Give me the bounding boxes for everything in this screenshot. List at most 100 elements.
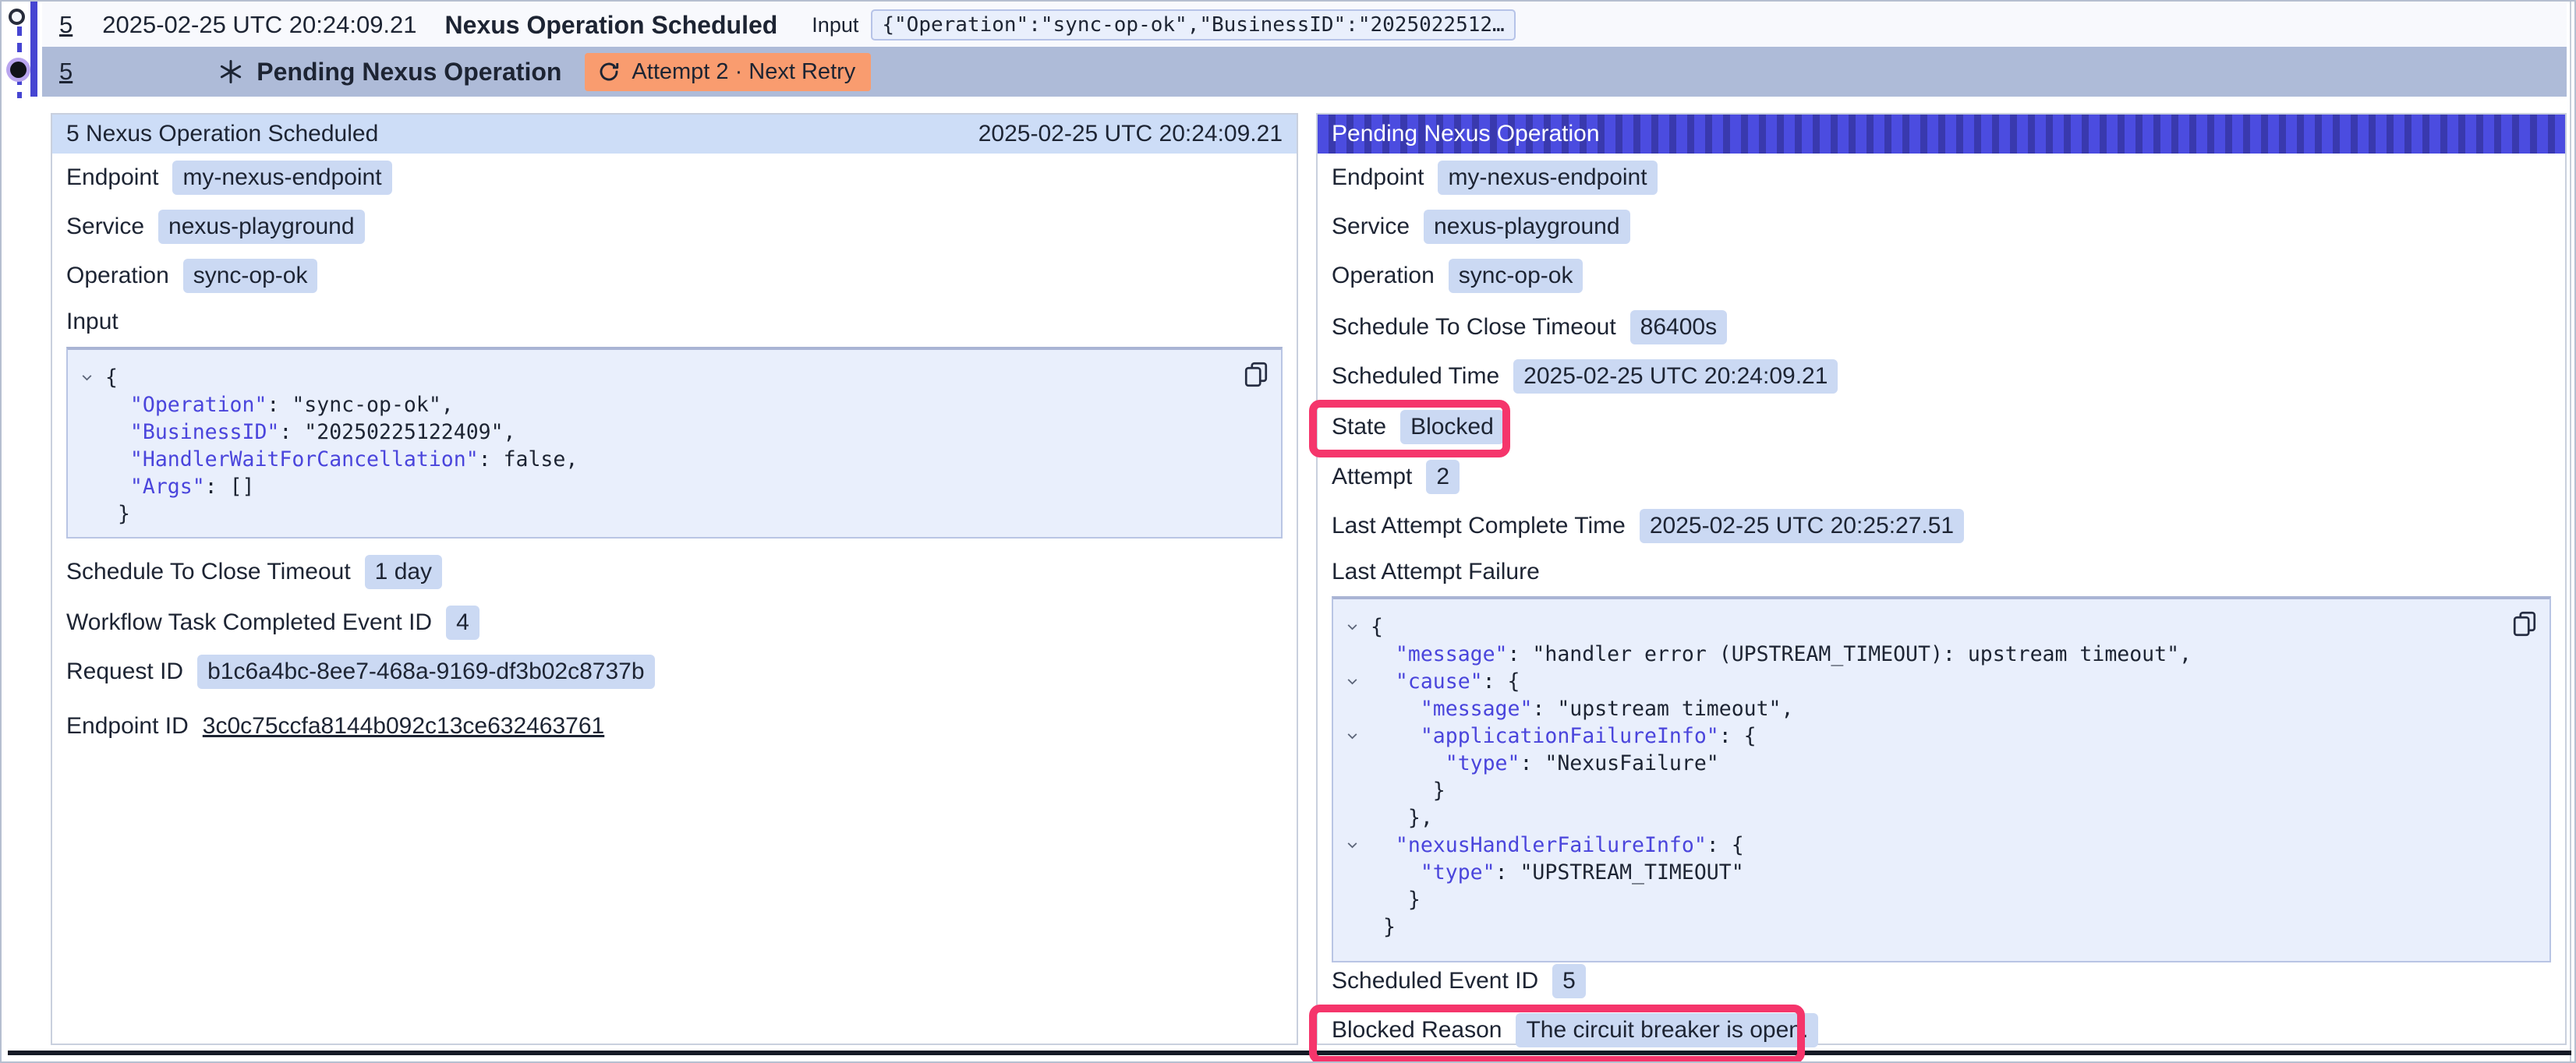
field-value-chip: sync-op-ok <box>1449 259 1583 293</box>
code-gutter <box>68 473 105 500</box>
field-label: Last Attempt Complete Time <box>1332 513 1626 539</box>
field-value-chip: 2 <box>1426 460 1460 494</box>
code-gutter <box>1333 886 1371 913</box>
input-section-label: Input <box>66 306 119 337</box>
code-line-text: "cause": { <box>1371 668 1520 695</box>
code-gutter <box>1333 695 1371 722</box>
field-label: Scheduled Time <box>1332 363 1499 390</box>
field-value-chip: 4 <box>446 606 479 640</box>
field-label: Request ID <box>66 659 183 685</box>
copy-icon[interactable] <box>2511 609 2539 639</box>
code-line-text: } <box>1371 913 1396 941</box>
event-panel-title: 5 Nexus Operation Scheduled <box>66 121 378 147</box>
pending-asterisk-icon <box>218 58 244 85</box>
copy-icon[interactable] <box>1242 359 1270 390</box>
state-value-chip: Blocked <box>1400 410 1504 444</box>
field-value-chip: 86400s <box>1630 310 1727 344</box>
code-line-text: "BusinessID": "20250225122409", <box>105 418 516 446</box>
field-value-chip: 2025-02-25 UTC 20:25:27.51 <box>1640 509 1964 543</box>
field-endpoint: Endpoint my-nexus-endpoint <box>1332 159 1658 196</box>
code-line-text: "HandlerWaitForCancellation": false, <box>105 446 578 473</box>
collapse-chevron-icon[interactable] <box>1333 722 1371 750</box>
code-line-text: "type": "NexusFailure" <box>1371 750 1719 777</box>
field-value-chip: 5 <box>1552 964 1586 998</box>
pending-title: Pending Nexus Operation <box>257 58 561 87</box>
retry-badge: Attempt 2 · Next Retry <box>585 53 871 91</box>
code-gutter <box>1333 804 1371 832</box>
field-endpoint: Endpoint my-nexus-endpoint <box>66 159 392 196</box>
field-operation: Operation sync-op-ok <box>1332 257 1583 295</box>
field-label: Blocked Reason <box>1332 1017 1502 1044</box>
endpoint-id-link[interactable]: 3c0c75ccfa8144b092c13ce632463761 <box>203 713 604 740</box>
code-line-text: }, <box>1371 804 1433 832</box>
event-panel-time: 2025-02-25 UTC 20:24:09.21 <box>978 121 1283 147</box>
event-input-label: Input <box>812 13 858 37</box>
event-detail-panel: 5 Nexus Operation Scheduled 2025-02-25 U… <box>51 113 1298 1045</box>
blocked-reason-value-chip: The circuit breaker is open. <box>1516 1013 1818 1047</box>
last-attempt-failure-label: Last Attempt Failure <box>1332 556 1540 588</box>
event-row-pending[interactable]: 5 Pending Nexus Operation Attempt 2 · Ne… <box>42 47 2567 97</box>
collapse-chevron-icon[interactable] <box>68 364 105 391</box>
field-value-chip: sync-op-ok <box>183 259 318 293</box>
collapse-chevron-icon[interactable] <box>1333 613 1371 641</box>
code-line-text: "Operation": "sync-op-ok", <box>105 391 454 418</box>
retry-icon <box>597 60 621 83</box>
field-label: Schedule To Close Timeout <box>66 559 351 585</box>
field-request-id: Request ID b1c6a4bc-8ee7-468a-9169-df3b0… <box>66 653 655 690</box>
collapse-chevron-icon[interactable] <box>1333 832 1371 859</box>
pending-panel-header: Pending Nexus Operation <box>1318 115 2565 154</box>
field-label: Endpoint <box>66 164 158 191</box>
timeline-pending-marker-icon <box>10 62 27 78</box>
right-edge-divider <box>2570 2 2571 1063</box>
field-scheduled-time: Scheduled Time 2025-02-25 UTC 20:24:09.2… <box>1332 358 1838 395</box>
field-label: Schedule To Close Timeout <box>1332 314 1616 341</box>
failure-json-code: { "message": "handler error (UPSTREAM_TI… <box>1333 613 2549 941</box>
code-gutter <box>1333 859 1371 886</box>
code-gutter <box>68 418 105 446</box>
code-line-text: "applicationFailureInfo": { <box>1371 722 1757 750</box>
code-line-text: { <box>105 364 118 391</box>
event-id-link[interactable]: 5 <box>59 11 73 39</box>
pending-operation-panel: Pending Nexus Operation Endpoint my-nexu… <box>1316 113 2567 1045</box>
field-blocked-reason: Blocked Reason The circuit breaker is op… <box>1332 1012 1818 1049</box>
code-line-text: "message": "handler error (UPSTREAM_TIME… <box>1371 641 2192 668</box>
workflow-history-view: 5 2025-02-25 UTC 20:24:09.21 Nexus Opera… <box>0 0 2576 1063</box>
pending-id-link[interactable]: 5 <box>59 58 73 86</box>
code-line-text: "nexusHandlerFailureInfo": { <box>1371 832 1744 859</box>
code-line-text: "type": "UPSTREAM_TIMEOUT" <box>1371 859 1744 886</box>
field-operation: Operation sync-op-ok <box>66 257 317 295</box>
field-schedule-to-close: Schedule To Close Timeout 1 day <box>66 553 442 591</box>
field-value-chip: 2025-02-25 UTC 20:24:09.21 <box>1513 359 1838 394</box>
field-label: Endpoint <box>1332 164 1424 191</box>
event-input-preview[interactable]: {"Operation":"sync-op-ok","BusinessID":"… <box>871 9 1515 41</box>
pending-panel-title: Pending Nexus Operation <box>1332 121 1600 147</box>
collapse-chevron-icon[interactable] <box>1333 668 1371 695</box>
event-title: Nexus Operation Scheduled <box>445 11 778 40</box>
code-line-text: "message": "upstream timeout", <box>1371 695 1793 722</box>
event-panel-header: 5 Nexus Operation Scheduled 2025-02-25 U… <box>52 115 1297 154</box>
history-bottom-rule <box>8 1051 2571 1055</box>
field-schedule-to-close: Schedule To Close Timeout 86400s <box>1332 309 1727 346</box>
code-gutter <box>68 500 105 528</box>
input-json-code: { "Operation": "sync-op-ok", "BusinessID… <box>68 364 1281 528</box>
field-state: State Blocked <box>1332 408 1504 446</box>
code-line-text: "Args": [] <box>105 473 254 500</box>
code-line-text: { <box>1371 613 1383 641</box>
timeline-event-marker-icon <box>9 9 25 25</box>
field-value-chip: b1c6a4bc-8ee7-468a-9169-df3b02c8737b <box>197 655 654 689</box>
field-value-chip: my-nexus-endpoint <box>172 161 391 195</box>
event-row-scheduled[interactable]: 5 2025-02-25 UTC 20:24:09.21 Nexus Opera… <box>42 3 2567 47</box>
field-endpoint-id: Endpoint ID 3c0c75ccfa8144b092c13ce63246… <box>66 708 604 745</box>
code-gutter <box>68 446 105 473</box>
field-label: Endpoint ID <box>66 713 189 740</box>
event-timestamp: 2025-02-25 UTC 20:24:09.21 <box>102 11 416 39</box>
code-gutter <box>1333 777 1371 804</box>
field-service: Service nexus-playground <box>66 208 365 245</box>
field-label: State <box>1332 414 1386 440</box>
field-label: Operation <box>66 263 169 289</box>
input-json-viewer: { "Operation": "sync-op-ok", "BusinessID… <box>66 347 1283 539</box>
field-value-chip: 1 day <box>365 555 442 589</box>
field-attempt: Attempt 2 <box>1332 458 1460 496</box>
field-value-chip: my-nexus-endpoint <box>1438 161 1657 195</box>
field-wft-completed-event-id: Workflow Task Completed Event ID 4 <box>66 604 479 641</box>
